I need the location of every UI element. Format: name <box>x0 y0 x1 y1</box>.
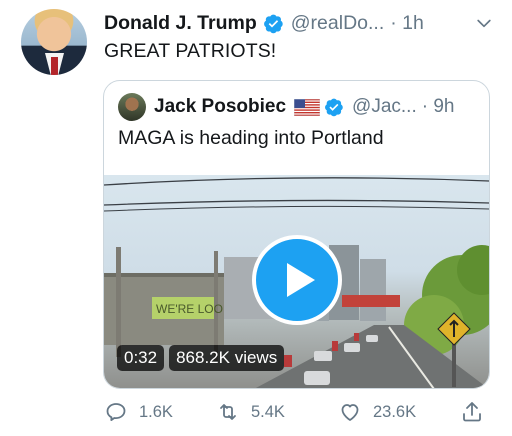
reply-icon <box>106 403 126 421</box>
share-button[interactable] <box>460 400 484 424</box>
tweet-actions: 1.6K 5.4K 23.6K <box>104 400 494 428</box>
quoted-author-handle[interactable]: @Jac... <box>352 96 417 118</box>
chevron-down-icon[interactable] <box>474 13 494 33</box>
retweet-button[interactable]: 5.4K <box>216 400 285 424</box>
video-duration: 0:32 <box>117 345 165 371</box>
quoted-author-avatar[interactable] <box>118 93 146 121</box>
quoted-tweet-text: MAGA is heading into Portland <box>118 127 384 149</box>
heart-icon <box>341 404 359 421</box>
verified-badge-icon <box>263 14 283 33</box>
verified-badge-icon <box>325 98 343 117</box>
reply-count: 1.6K <box>139 402 173 421</box>
author-handle[interactable]: @realDo... <box>291 12 385 35</box>
us-flag-icon <box>294 98 321 116</box>
video-views: 868.2K views <box>169 345 285 371</box>
tweet-timestamp[interactable]: · 1h <box>390 12 424 35</box>
street-sign-text: WE'RE LOO <box>156 302 223 316</box>
tweet-text: GREAT PATRIOTS! <box>104 40 277 62</box>
quoted-author-name[interactable]: Jack Posobiec <box>154 96 286 118</box>
play-icon <box>287 263 315 297</box>
quoted-tweet-header: Jack Posobiec @Jac... · 9h <box>154 93 454 121</box>
like-button[interactable]: 23.6K <box>338 400 416 424</box>
video-player[interactable]: WE'RE LOO 0:32 868.2K views <box>104 175 489 388</box>
retweet-icon <box>220 404 236 420</box>
quoted-tweet-card[interactable]: Jack Posobiec @Jac... · 9h MAGA is headi… <box>103 80 490 389</box>
like-count: 23.6K <box>373 402 417 421</box>
reply-button[interactable]: 1.6K <box>104 400 173 424</box>
tweet-avatar[interactable] <box>21 9 87 75</box>
retweet-count: 5.4K <box>251 402 285 421</box>
play-button[interactable] <box>252 235 342 325</box>
quoted-tweet-timestamp[interactable]: · 9h <box>422 96 455 118</box>
author-name[interactable]: Donald J. Trump <box>104 12 257 35</box>
video-meta: 0:32 868.2K views <box>117 345 285 371</box>
avatar-tie <box>51 57 58 75</box>
tweet-header: Donald J. Trump @realDo... · 1h <box>104 10 494 36</box>
share-icon <box>463 402 481 422</box>
